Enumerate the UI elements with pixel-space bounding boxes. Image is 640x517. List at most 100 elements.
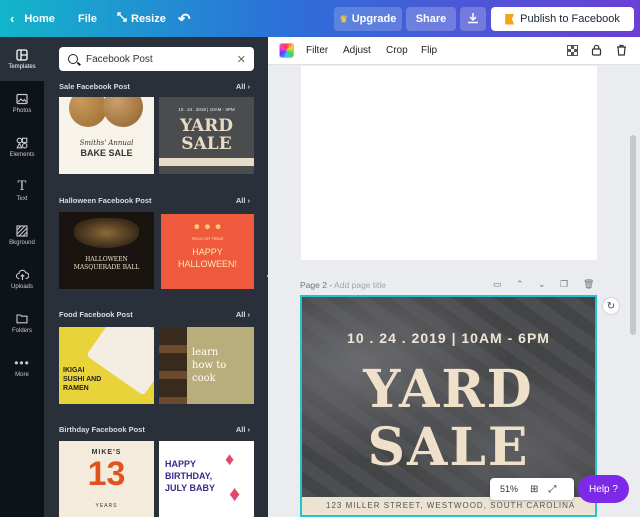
page-2-label: Page 2 - Add page title — [300, 280, 386, 290]
elements-icon — [16, 136, 29, 149]
template-text: SUSHI AND — [63, 376, 102, 383]
publish-label: Publish to Facebook — [520, 13, 620, 25]
text-icon: T — [17, 179, 27, 194]
template-text: IKIGAI — [63, 367, 85, 374]
sushi-image — [86, 327, 154, 396]
clear-search-icon[interactable]: ✕ — [237, 53, 246, 66]
rail-label: Templates — [8, 64, 36, 70]
download-icon — [467, 12, 479, 27]
delete-page-icon[interactable]: 🗑 — [583, 279, 594, 290]
notes-icon[interactable]: ▭ — [493, 279, 502, 290]
undo-icon: ↶ — [178, 10, 191, 28]
template-happy-halloween[interactable]: ☻ ☻ ☻ TRICK OR TREAT HAPPY HALLOWEEN! — [161, 214, 254, 289]
template-yard-sale[interactable]: 10 . 24 . 2019 | 10AM - 4PM YARD SALE — [159, 97, 254, 174]
template-happy-birthday-july[interactable]: HAPPY BIRTHDAY, JULY BABY ♦ ♦ — [159, 441, 254, 517]
see-all-sale[interactable]: All › — [236, 82, 250, 91]
event-date-text[interactable]: 10 . 24 . 2019 | 10AM - 6PM — [302, 330, 595, 346]
section-title-birthday: Birthday Facebook Post — [59, 425, 145, 434]
see-all-label: All — [235, 196, 246, 205]
fullscreen-icon[interactable]: ⤢ — [548, 484, 556, 495]
template-text: 10 . 24 . 2019 | 10AM - 4PM — [178, 107, 235, 112]
page-number: Page 2 - — [300, 280, 333, 290]
template-halloween-masquerade[interactable]: HALLOWEEN MASQUERADE BALL — [59, 212, 154, 289]
rail-item-more[interactable]: ••• More — [0, 345, 44, 389]
crop-button[interactable]: Crop — [386, 45, 408, 56]
food-photo-strip — [159, 327, 187, 404]
rail-item-background[interactable]: Bkground — [0, 213, 44, 257]
template-bake-sale[interactable]: Smiths' Annual BAKE SALE — [59, 97, 154, 174]
file-label: File — [78, 12, 97, 25]
mask-image — [74, 218, 139, 248]
skull-icons: ☻ ☻ ☻ — [192, 222, 223, 231]
filter-button[interactable]: Filter — [306, 45, 328, 56]
rail-item-uploads[interactable]: Uploads — [0, 257, 44, 301]
template-text: YEARS — [95, 503, 118, 509]
home-button[interactable]: ‹ Home — [10, 0, 55, 37]
lock-icon[interactable] — [589, 43, 603, 57]
see-all-label: All — [235, 425, 246, 434]
resize-button[interactable]: Resize — [117, 0, 166, 37]
move-down-icon[interactable]: ⌄ — [538, 279, 546, 290]
flag-icon — [505, 13, 515, 25]
section-title-food: Food Facebook Post — [59, 310, 133, 319]
left-rail: Templates Photos Elements T Text Bkgroun… — [0, 37, 44, 517]
section-title-sale: Sale Facebook Post — [59, 82, 130, 91]
help-button[interactable]: Help ? — [578, 475, 629, 503]
home-label: Home — [24, 12, 55, 25]
upgrade-button[interactable]: ♛ Upgrade — [334, 7, 402, 31]
move-up-icon[interactable]: ⌃ — [516, 279, 524, 290]
trash-icon[interactable] — [614, 43, 628, 57]
rail-item-folders[interactable]: Folders — [0, 301, 44, 345]
templates-icon — [16, 48, 29, 61]
publish-to-facebook-button[interactable]: Publish to Facebook — [491, 7, 634, 31]
rail-item-elements[interactable]: Elements — [0, 125, 44, 169]
sale-heading[interactable]: SALE — [302, 417, 595, 478]
rail-item-photos[interactable]: Photos — [0, 81, 44, 125]
adjust-button[interactable]: Adjust — [343, 45, 371, 56]
address-text[interactable]: 123 MILLER STREET, WESTWOOD, SOUTH CAROL… — [302, 497, 595, 515]
gem-icon: ♦ — [225, 449, 235, 469]
uploads-icon — [15, 268, 29, 281]
rotate-icon[interactable]: ↻ — [602, 297, 620, 315]
help-label: Help ? — [589, 483, 618, 495]
image-toolbar: Filter Adjust Crop Flip — [268, 37, 640, 65]
vertical-scrollbar[interactable] — [630, 135, 636, 335]
zoom-level[interactable]: 51% — [500, 484, 518, 494]
flip-button[interactable]: Flip — [421, 45, 437, 56]
page-title-input[interactable]: Add page title — [334, 280, 386, 290]
undo-button[interactable]: ↶ — [178, 0, 191, 37]
search-icon — [68, 54, 78, 64]
page-1-canvas[interactable] — [301, 66, 597, 260]
color-picker-icon[interactable] — [279, 43, 294, 58]
duplicate-page-icon[interactable]: ❐ — [560, 279, 568, 290]
share-button[interactable]: Share — [406, 7, 456, 31]
rail-item-text[interactable]: T Text — [0, 169, 44, 213]
template-text: HALLOWEEN — [85, 256, 128, 263]
rail-item-templates[interactable]: Templates — [0, 37, 44, 81]
see-all-halloween[interactable]: All › — [236, 196, 250, 205]
template-text: HAPPY — [165, 459, 197, 469]
transparency-icon[interactable] — [565, 43, 579, 57]
resize-label: Resize — [131, 12, 166, 25]
file-menu[interactable]: File — [78, 0, 97, 37]
template-mikes-13[interactable]: MIKE'S 13 YEARS — [59, 441, 154, 517]
zoom-control[interactable]: 51% ⊞ ⤢ — [490, 478, 574, 500]
template-learn-to-cook[interactable]: learn how to cook — [159, 327, 254, 404]
download-button[interactable] — [460, 7, 486, 31]
see-all-food[interactable]: All › — [236, 310, 250, 319]
template-text: SALE — [181, 134, 232, 154]
rail-label: Photos — [12, 108, 32, 114]
template-text: learn — [192, 347, 219, 358]
yard-heading[interactable]: YARD — [302, 359, 595, 420]
cookie-image — [69, 97, 107, 127]
top-bar: ‹ Home File Resize ↶ ♛ Upgrade Share Pub… — [0, 0, 640, 37]
search-input[interactable]: Facebook Post ✕ — [59, 47, 254, 71]
template-sushi-ramen[interactable]: IKIGAI SUSHI AND RAMEN — [59, 327, 154, 404]
background-icon — [16, 224, 29, 237]
chevron-left-icon: ‹ — [10, 11, 15, 26]
grid-view-icon[interactable]: ⊞ — [530, 484, 538, 495]
rail-label: Bkground — [9, 240, 35, 246]
section-title-halloween: Halloween Facebook Post — [59, 196, 152, 205]
see-all-birthday[interactable]: All › — [236, 425, 250, 434]
template-text: cook — [192, 373, 216, 384]
